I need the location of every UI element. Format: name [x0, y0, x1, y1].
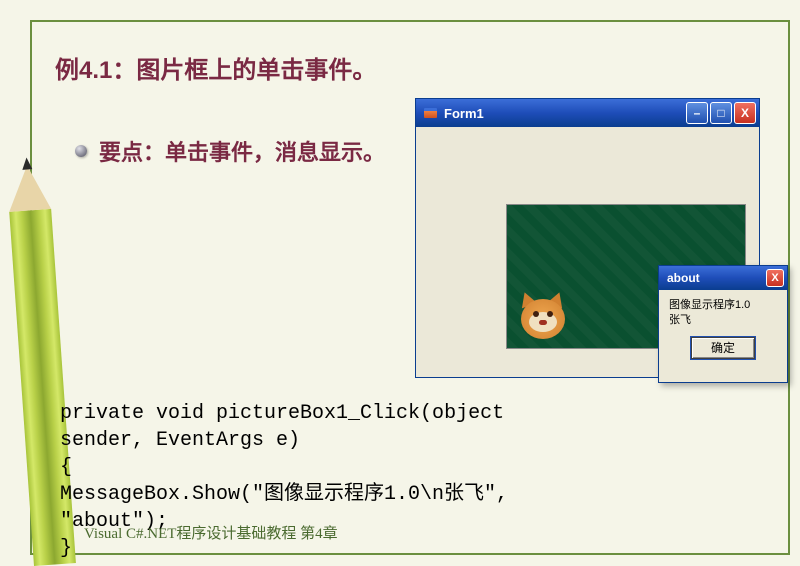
about-button-row: 确定: [659, 337, 787, 367]
about-window-buttons: X: [766, 269, 784, 287]
ok-button[interactable]: 确定: [691, 337, 755, 359]
code-line: sender, EventArgs e): [60, 429, 300, 452]
form1-app-icon: [422, 105, 438, 121]
code-line: MessageBox.Show("图像显示程序1.0\n张飞",: [60, 483, 508, 506]
bullet-text: 要点：单击事件，消息显示。: [99, 135, 385, 167]
minimize-button[interactable]: –: [686, 102, 708, 124]
bullet-icon: [75, 145, 87, 157]
form1-title: Form1: [444, 106, 680, 121]
code-line: {: [60, 456, 72, 479]
slide-title: 例4.1：图片框上的单击事件。: [55, 50, 376, 85]
code-line: }: [60, 537, 72, 560]
code-line: private void pictureBox1_Click(object: [60, 402, 504, 425]
about-message-line2: 张飞: [669, 313, 777, 328]
cat-image: [513, 284, 573, 344]
about-dialog: about X 图像显示程序1.0 张飞 确定: [658, 265, 788, 383]
about-message-line1: 图像显示程序1.0: [669, 298, 777, 313]
slide-footer: Visual C#.NET程序设计基础教程 第4章: [84, 522, 338, 543]
pencil-tip: [6, 164, 51, 212]
about-title: about: [667, 271, 760, 285]
form1-titlebar[interactable]: Form1 – □ X: [416, 99, 759, 127]
close-button[interactable]: X: [734, 102, 756, 124]
about-close-button[interactable]: X: [766, 269, 784, 287]
pencil-lead: [22, 157, 33, 170]
about-titlebar[interactable]: about X: [659, 266, 787, 290]
bullet-row: 要点：单击事件，消息显示。: [75, 135, 385, 167]
maximize-button[interactable]: □: [710, 102, 732, 124]
about-message: 图像显示程序1.0 张飞: [659, 290, 787, 337]
form1-window-buttons: – □ X: [686, 102, 756, 124]
